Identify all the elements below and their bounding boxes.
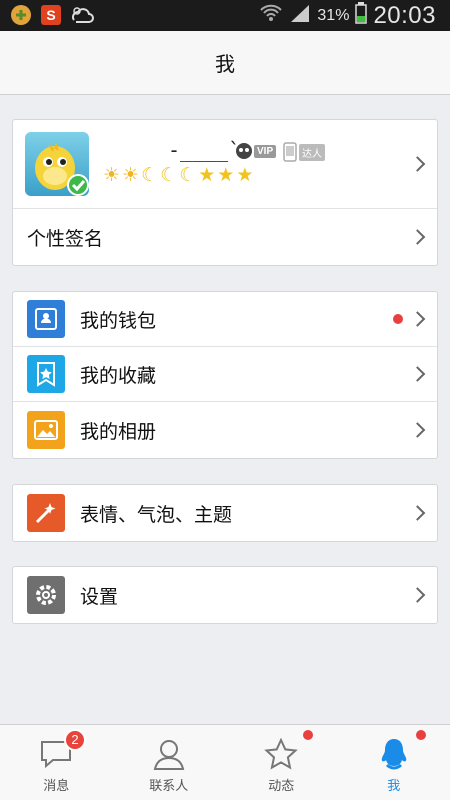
star-level-icon: ★: [217, 164, 235, 186]
penguin-icon: [377, 737, 411, 771]
weather-icon: [70, 4, 94, 26]
menu-card-themes: 表情、气泡、主题: [12, 484, 438, 542]
menu-item-wallet[interactable]: 我的钱包: [13, 292, 437, 347]
app-notification-icon: [10, 4, 32, 26]
star-level-icon: ★: [236, 164, 254, 186]
moon-level-icon: ☾: [141, 164, 159, 186]
profile-card: -____` VIP 达人 ☀ ☀ ☾ ☾ ☾ ★ ★ ★ 个性签名: [12, 119, 438, 266]
signature-label: 个性签名: [27, 227, 104, 250]
notification-icons: S: [10, 4, 94, 26]
svg-text:S: S: [46, 7, 55, 23]
signal-icon: [289, 3, 311, 28]
tab-label: 我: [387, 779, 401, 794]
contacts-icon: [152, 737, 186, 771]
album-label: 我的相册: [80, 420, 157, 443]
settings-label: 设置: [80, 585, 119, 608]
chevron-right-icon: [409, 229, 426, 245]
wallet-icon: [27, 300, 65, 338]
page-header: 我: [0, 31, 450, 95]
star-level-icon: ★: [198, 164, 216, 186]
vip-badge-label: VIP: [254, 144, 277, 158]
status-indicators: 31% 20:03: [259, 0, 436, 31]
menu-item-settings[interactable]: 设置: [13, 567, 437, 623]
s-app-notification-icon: S: [40, 4, 62, 26]
album-icon: [27, 411, 65, 449]
moon-level-icon: ☾: [160, 164, 178, 186]
unread-badge: 2: [64, 729, 86, 751]
magic-wand-icon: [27, 494, 65, 532]
menu-item-emoji-themes[interactable]: 表情、气泡、主题: [13, 485, 437, 541]
level-icons[interactable]: ☀ ☀ ☾ ☾ ☾ ★ ★ ★: [103, 164, 253, 186]
avatar[interactable]: [25, 132, 89, 196]
notification-dot: [415, 730, 426, 740]
clock: 20:03: [373, 1, 436, 29]
moon-level-icon: ☾: [179, 164, 197, 186]
chevron-right-icon: [409, 422, 426, 438]
chevron-right-icon: [409, 311, 426, 327]
page-title: 我: [215, 52, 235, 76]
favorites-icon: [27, 355, 65, 393]
talent-badge[interactable]: 达人: [283, 142, 325, 162]
tab-label: 动态: [268, 779, 295, 794]
chevron-right-icon: [409, 587, 426, 603]
chevron-right-icon: [409, 156, 426, 172]
notification-dot: [303, 730, 313, 740]
tab-me[interactable]: 我: [338, 725, 450, 800]
menu-item-album[interactable]: 我的相册: [13, 402, 437, 458]
menu-card-personal: 我的钱包 我的收藏 我的相册: [12, 291, 438, 459]
emoji-themes-label: 表情、气泡、主题: [80, 503, 233, 526]
sun-level-icon: ☀: [122, 164, 140, 186]
signature-row[interactable]: 个性签名: [13, 209, 437, 265]
wallet-label: 我的钱包: [80, 309, 157, 332]
sun-level-icon: ☀: [103, 164, 121, 186]
menu-item-favorites[interactable]: 我的收藏: [13, 347, 437, 402]
chevron-right-icon: [409, 366, 426, 382]
star-icon: [264, 737, 299, 771]
wifi-icon: [259, 3, 283, 28]
notification-dot: [393, 314, 403, 324]
menu-card-settings: 设置: [12, 566, 438, 624]
battery-icon: [355, 2, 368, 29]
favorites-label: 我的收藏: [80, 364, 157, 387]
tab-label: 联系人: [149, 779, 189, 794]
gear-icon: [27, 576, 65, 614]
status-bar: S 31% 20:03: [0, 0, 450, 31]
battery-percent: 31%: [317, 6, 350, 24]
tab-label: 消息: [43, 779, 70, 794]
profile-row[interactable]: -____` VIP 达人 ☀ ☀ ☾ ☾ ☾ ★ ★ ★: [13, 120, 437, 209]
nickname: -____`: [168, 138, 241, 162]
bottom-tab-bar: 2 消息 联系人 动态 我: [0, 724, 450, 800]
tab-contacts[interactable]: 联系人: [113, 725, 226, 800]
vip-badge[interactable]: VIP: [235, 142, 277, 160]
talent-badge-label: 达人: [299, 143, 325, 161]
tab-messages[interactable]: 2 消息: [0, 725, 113, 800]
tab-moments[interactable]: 动态: [225, 725, 338, 800]
chevron-right-icon: [409, 505, 426, 521]
